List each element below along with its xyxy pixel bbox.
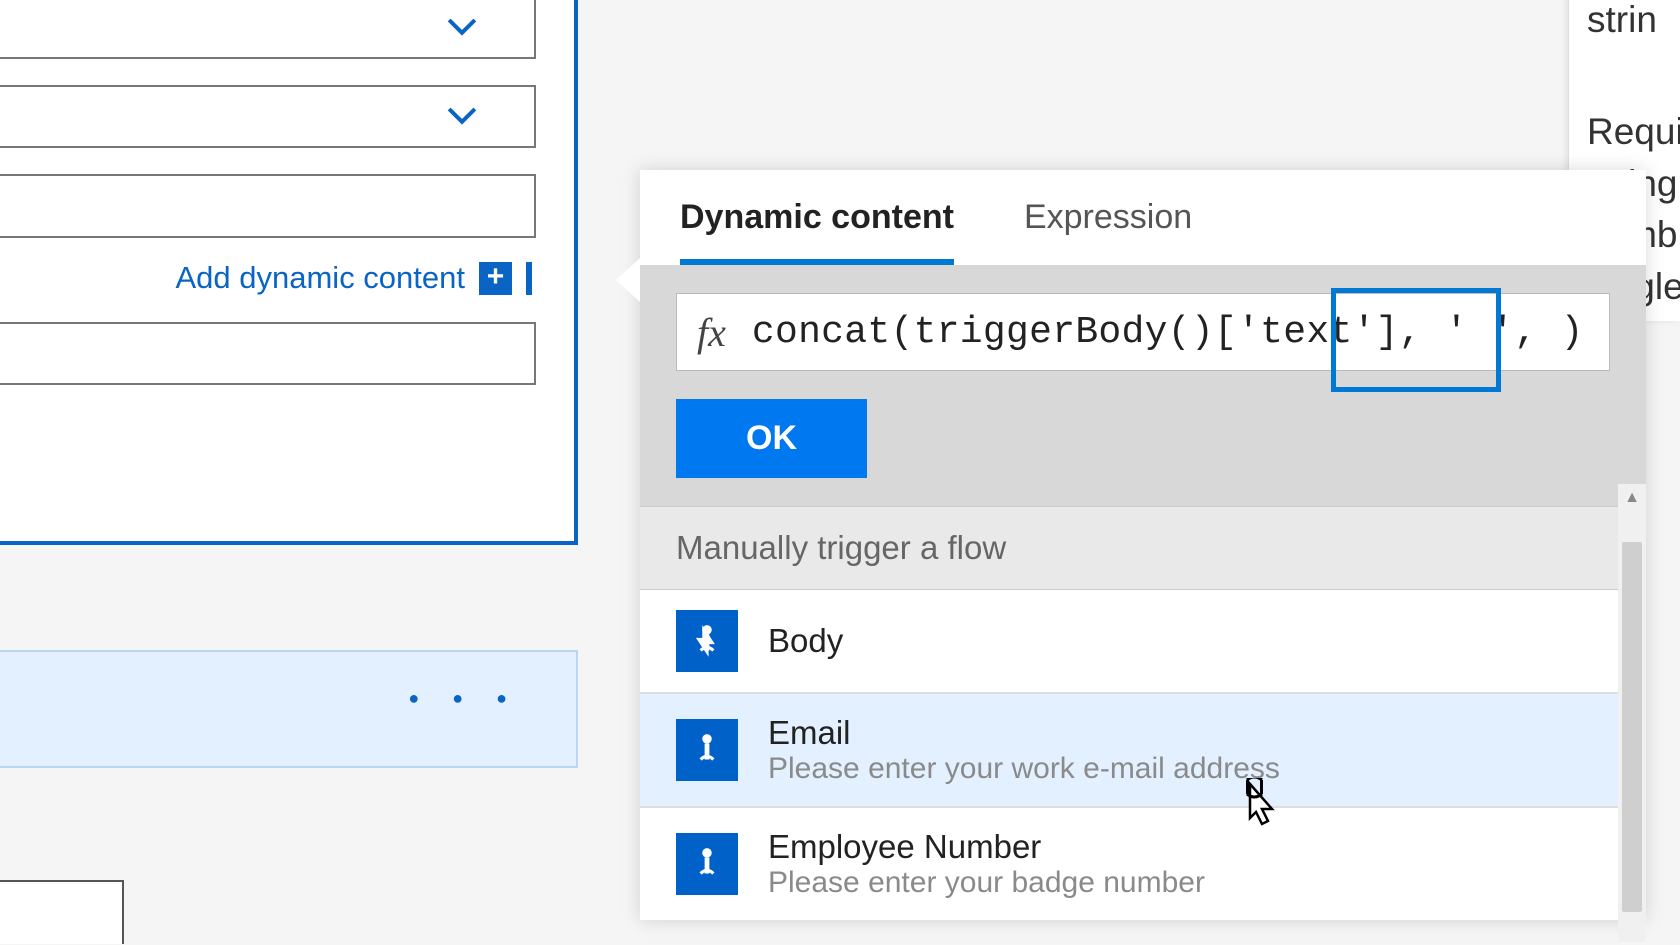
list-item-employee-number[interactable]: Employee Number Please enter your badge …: [640, 808, 1646, 920]
ok-button[interactable]: OK: [676, 399, 867, 478]
tab-expression[interactable]: Expression: [1024, 198, 1192, 265]
trigger-icon: [676, 833, 738, 895]
trigger-icon: [676, 610, 738, 672]
item-title: Body: [768, 622, 843, 660]
form-field-2[interactable]: [0, 85, 536, 148]
scrollbar[interactable]: ▲: [1618, 512, 1646, 942]
scroll-up-icon[interactable]: ▲: [1618, 484, 1646, 512]
chevron-down-icon[interactable]: [440, 92, 484, 141]
item-desc: Please enter your work e-mail address: [768, 752, 1280, 786]
tabs: Dynamic content Expression: [640, 170, 1646, 265]
plus-icon: +: [479, 262, 512, 295]
item-title: Email: [768, 714, 1280, 752]
scroll-thumb[interactable]: [1622, 542, 1642, 912]
add-dynamic-content-link[interactable]: Add dynamic content +: [175, 260, 532, 296]
divider: [0, 236, 536, 238]
list-item-email[interactable]: Email Please enter your work e-mail addr…: [640, 694, 1646, 808]
more-icon[interactable]: ● ● ●: [408, 688, 521, 709]
tab-dynamic-content[interactable]: Dynamic content: [680, 198, 954, 265]
plus-bar: [526, 262, 532, 295]
item-desc: Please enter your badge number: [768, 866, 1205, 900]
action-card[interactable]: ● ● ●: [0, 650, 578, 768]
expression-area: fx concat(triggerBody()['text'], ' ', ) …: [640, 265, 1646, 506]
expression-input[interactable]: fx concat(triggerBody()['text'], ' ', ): [676, 293, 1610, 371]
form-field-4[interactable]: [0, 322, 536, 385]
form-field-1[interactable]: [0, 0, 536, 59]
trigger-icon: [676, 719, 738, 781]
bottom-field[interactable]: e: [0, 880, 124, 944]
tooltip-line: Requi: [1587, 106, 1680, 158]
popover-caret: [616, 258, 640, 302]
dynamic-content-popover: Dynamic content Expression fx concat(tri…: [640, 170, 1646, 920]
form-card: Add dynamic content +: [0, 0, 578, 545]
tooltip-line: strin: [1587, 0, 1680, 46]
chevron-down-icon[interactable]: [440, 3, 484, 52]
section-header: Manually trigger a flow: [640, 506, 1646, 590]
expression-text: concat(triggerBody()['text'], ' ', ): [752, 311, 1584, 354]
fx-icon: fx: [677, 309, 752, 356]
form-field-3[interactable]: [0, 174, 536, 237]
item-title: Employee Number: [768, 828, 1205, 866]
list-item-body[interactable]: Body: [640, 590, 1646, 694]
dynamic-items-list: Body Email Please enter your work e-mail…: [640, 590, 1646, 920]
add-dynamic-label: Add dynamic content: [175, 260, 465, 296]
